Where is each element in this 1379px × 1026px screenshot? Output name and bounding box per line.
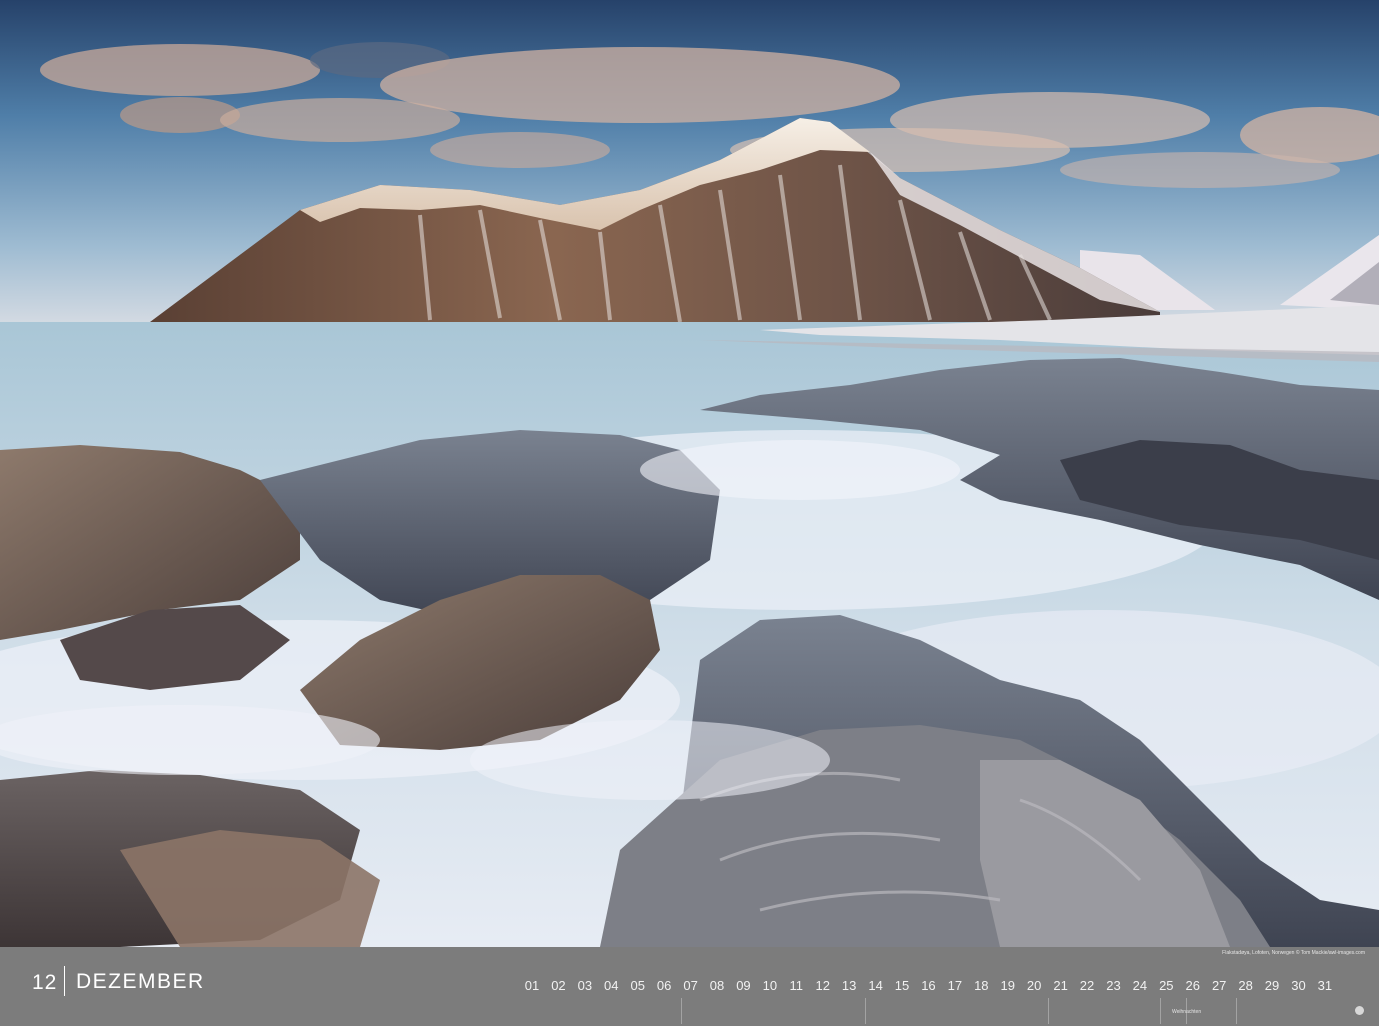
day-11: 11 — [789, 978, 804, 993]
day-15: 15 — [894, 978, 910, 993]
day-17: 17 — [947, 978, 963, 993]
day-28: 28 — [1238, 978, 1253, 993]
day-22: 22 — [1079, 978, 1095, 993]
day-09: 09 — [736, 978, 751, 993]
week-separator — [1236, 998, 1237, 1024]
day-01: 01 — [524, 978, 540, 993]
day-23: 23 — [1106, 978, 1121, 993]
day-25: 25 — [1159, 978, 1174, 993]
month-name: DEZEMBER — [76, 970, 205, 993]
photo-credit: Flakstadøya, Lofoten, Norwegen © Tom Mac… — [1222, 950, 1365, 956]
day-02: 02 — [551, 978, 566, 993]
day-20: 20 — [1026, 978, 1042, 993]
day-27: 27 — [1211, 978, 1227, 993]
day-03: 03 — [577, 978, 593, 993]
day-04: 04 — [604, 978, 619, 993]
week-separator — [681, 998, 682, 1024]
month-number: 12 — [32, 971, 58, 994]
landscape-photo — [0, 0, 1379, 947]
day-19: 19 — [1000, 978, 1015, 993]
month-divider — [64, 966, 65, 996]
week-separator — [1160, 998, 1161, 1024]
day-13: 13 — [841, 978, 857, 993]
day-24: 24 — [1132, 978, 1148, 993]
day-07: 07 — [683, 978, 698, 993]
day-26: 26 — [1185, 978, 1200, 993]
page-marker-dot — [1355, 1006, 1364, 1015]
day-16: 16 — [921, 978, 936, 993]
day-12: 12 — [815, 978, 830, 993]
holiday-label: Weihnachten — [1172, 1009, 1202, 1015]
day-29: 29 — [1264, 978, 1280, 993]
week-separator — [1048, 998, 1049, 1024]
day-21: 21 — [1053, 978, 1068, 993]
day-30: 30 — [1291, 978, 1306, 993]
day-06: 06 — [656, 978, 672, 993]
day-31: 31 — [1317, 978, 1333, 993]
week-separator — [865, 998, 866, 1024]
day-18: 18 — [974, 978, 989, 993]
day-08: 08 — [709, 978, 725, 993]
day-14: 14 — [868, 978, 883, 993]
day-05: 05 — [630, 978, 645, 993]
day-10: 10 — [762, 978, 778, 993]
calendar-page: 12 DEZEMBER Flakstadøya, Lofoten, Norweg… — [0, 0, 1379, 1026]
